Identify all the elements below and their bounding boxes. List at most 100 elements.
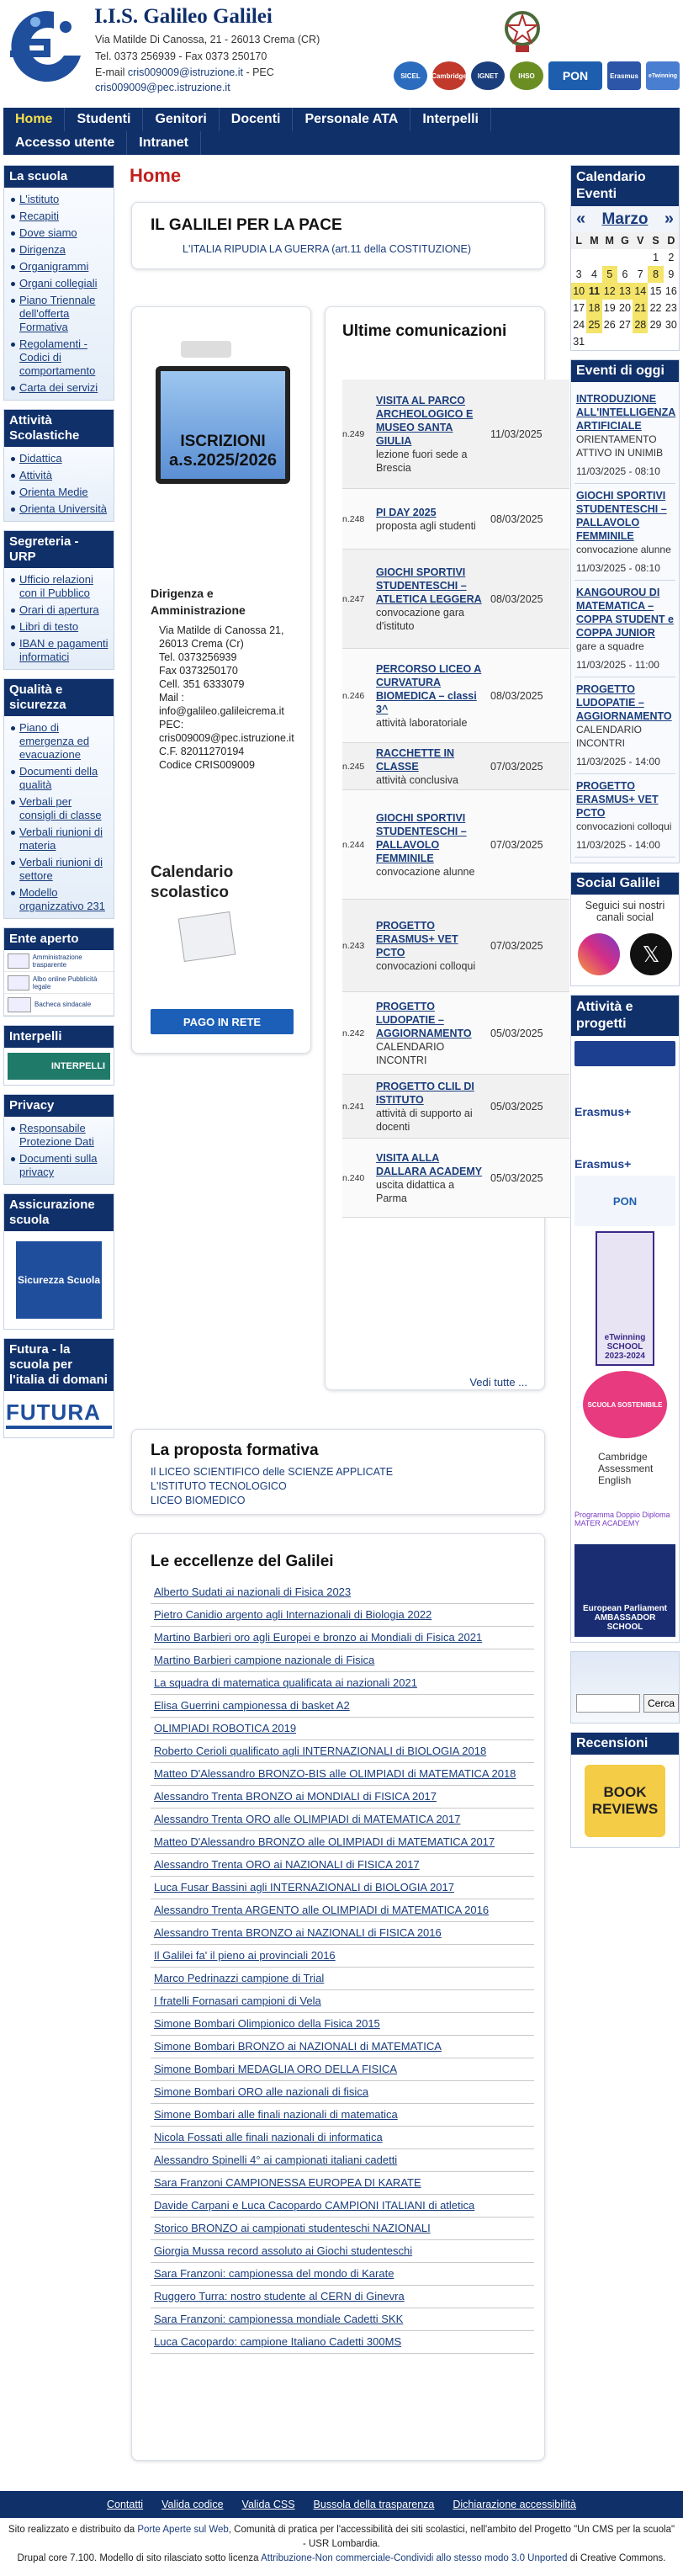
- calendar-day[interactable]: 27: [617, 316, 633, 333]
- comunicazione-title[interactable]: PI DAY 2025: [376, 506, 485, 519]
- eccellenza-link[interactable]: Simone Bombari Olimpionico della Fisica …: [151, 2013, 534, 2036]
- calendar-day[interactable]: 30: [664, 316, 679, 333]
- calendar-day[interactable]: 10: [571, 283, 587, 300]
- eccellenza-link[interactable]: Matteo D'Alessandro BRONZO-BIS alle OLIM…: [151, 1763, 534, 1786]
- calendar-day[interactable]: 19: [602, 300, 617, 316]
- sidebar-item[interactable]: Dirigenza: [8, 242, 110, 258]
- eccellenza-link[interactable]: Alessandro Trenta ORO ai NAZIONALI di FI…: [151, 1854, 534, 1877]
- vedi-tutte-link[interactable]: Vedi tutte ...: [469, 1376, 527, 1389]
- eccellenza-link[interactable]: Nicola Fossati alle finali nazionali di …: [151, 2127, 534, 2149]
- comunicazione-row[interactable]: n.244 GIOCHI SPORTIVI STUDENTESCHI – PALL…: [342, 790, 569, 900]
- nav-studenti[interactable]: Studenti: [65, 108, 144, 131]
- comunicazione-title[interactable]: RACCHETTE IN CLASSE: [376, 746, 485, 773]
- eccellenza-link[interactable]: Luca Fusar Bassini agli INTERNAZIONALI d…: [151, 1877, 534, 1899]
- search-button[interactable]: Cerca: [643, 1694, 680, 1713]
- eccellenza-link[interactable]: La squadra di matematica qualificata ai …: [151, 1672, 534, 1695]
- evento-title[interactable]: PROGETTO ERASMUS+ VET PCTO: [576, 779, 674, 820]
- sidebar-item[interactable]: Modello organizzativo 231: [8, 884, 110, 915]
- sidebar-item[interactable]: Orienta Università: [8, 501, 110, 518]
- calendar-day[interactable]: 26: [602, 316, 617, 333]
- eccellenza-link[interactable]: Simone Bombari BRONZO ai NAZIONALI di MA…: [151, 2036, 534, 2058]
- partner-logo[interactable]: Cambridge: [432, 61, 467, 90]
- comunicazione-title[interactable]: PROGETTO CLIL DI ISTITUTO: [376, 1080, 485, 1107]
- calendar-day[interactable]: 3: [571, 266, 586, 283]
- calendar-day[interactable]: 16: [664, 283, 679, 300]
- nav-accesso-utente[interactable]: Accesso utente: [3, 131, 128, 155]
- x-twitter-icon[interactable]: 𝕏: [630, 933, 672, 975]
- instagram-icon[interactable]: [578, 933, 620, 975]
- sidebar-item[interactable]: Recapiti: [8, 208, 110, 225]
- albo-online-link[interactable]: Albo online Pubblicità legale: [4, 972, 114, 994]
- prev-month-button[interactable]: «: [576, 210, 585, 229]
- calendar-day[interactable]: 6: [617, 266, 633, 283]
- comunicazione-title[interactable]: PROGETTO LUDOPATIE – AGGIORNAMENTO: [376, 1000, 485, 1040]
- comunicazione-row[interactable]: n.241 PROGETTO CLIL DI ISTITUTO attività d…: [342, 1075, 569, 1139]
- sidebar-item[interactable]: Documenti della qualità: [8, 763, 110, 794]
- search-input[interactable]: [576, 1694, 640, 1713]
- comunicazione-title[interactable]: VISITA AL PARCO ARCHEOLOGICO E MUSEO SAN…: [376, 394, 485, 448]
- calendar-day[interactable]: 14: [633, 283, 649, 300]
- eccellenza-link[interactable]: OLIMPIADI ROBOTICA 2019: [151, 1718, 534, 1740]
- comunicazione-row[interactable]: n.245 RACCHETTE IN CLASSE attività conclus…: [342, 743, 569, 790]
- calendar-day[interactable]: 25: [586, 316, 602, 333]
- partner-logo[interactable]: eTwinning: [646, 61, 680, 90]
- sidebar-item[interactable]: Carta dei servizi: [8, 380, 110, 396]
- etwinning-badge[interactable]: eTwinning SCHOOL 2023-2024: [596, 1231, 654, 1366]
- next-month-button[interactable]: »: [664, 210, 674, 229]
- calendar-day[interactable]: 15: [648, 283, 663, 300]
- calendar-day[interactable]: 9: [664, 266, 679, 283]
- eccellenza-link[interactable]: Simone Bombari ORO alle nazionali di fis…: [151, 2081, 534, 2104]
- erasmus-vet-logo[interactable]: Erasmus+: [574, 1071, 675, 1118]
- email-link[interactable]: cris009009@istruzione.it: [128, 66, 243, 78]
- dirigenza-item[interactable]: Mail : info@galileo.galileicrema.it: [151, 691, 307, 718]
- evento-title[interactable]: KANGOUROU DI MATEMATICA – COPPA STUDENT …: [576, 586, 674, 640]
- erasmus-logo[interactable]: Erasmus+: [574, 1123, 675, 1171]
- evento-title[interactable]: INTRODUZIONE ALL'INTELLIGENZA ARTIFICIAL…: [576, 392, 675, 433]
- nav-intranet[interactable]: Intranet: [127, 131, 201, 155]
- comunicazione-row[interactable]: n.240 VISITA ALLA DALLARA ACADEMY uscita d…: [342, 1139, 569, 1218]
- eccellenza-link[interactable]: Davide Carpani e Luca Cacopardo CAMPIONI…: [151, 2195, 534, 2217]
- eccellenza-link[interactable]: Alessandro Trenta BRONZO ai NAZIONALI di…: [151, 1922, 534, 1945]
- eccellenza-link[interactable]: Luca Cacopardo: campione Italiano Cadett…: [151, 2331, 534, 2354]
- eccellenza-link[interactable]: Alessandro Trenta BRONZO ai MONDIALI di …: [151, 1786, 534, 1809]
- sidebar-item[interactable]: Orienta Medie: [8, 484, 110, 501]
- doppio-diploma-logo[interactable]: Programma Doppio Diploma MATER ACADEMY: [574, 1499, 675, 1539]
- sidebar-item[interactable]: Verbali riunioni di materia: [8, 824, 110, 854]
- calendar-day[interactable]: 31: [571, 333, 586, 350]
- dirigenza-item[interactable]: PEC: cris009009@pec.istruzione.it: [151, 718, 307, 745]
- ambassador-school-badge[interactable]: European Parliament AMBASSADOR SCHOOL: [574, 1544, 675, 1637]
- eccellenza-link[interactable]: Matteo D'Alessandro BRONZO alle OLIMPIAD…: [151, 1831, 534, 1854]
- eccellenza-link[interactable]: Storico BRONZO ai campionati studentesch…: [151, 2217, 534, 2240]
- eccellenza-link[interactable]: Ruggero Turra: nostro studente al CERN d…: [151, 2286, 534, 2308]
- book-reviews-banner[interactable]: BOOK REVIEWS: [585, 1765, 665, 1837]
- calendar-day[interactable]: 13: [617, 283, 633, 300]
- footer-link-accessibilita[interactable]: Dichiarazione accessibilità: [453, 2499, 576, 2510]
- calendar-day[interactable]: 8: [648, 266, 664, 283]
- pace-link[interactable]: L'ITALIA RIPUDIA LA GUERRA (art.11 della…: [183, 243, 471, 255]
- eccellenza-link[interactable]: Sara Franzoni CAMPIONESSA EUROPEA DI KAR…: [151, 2172, 534, 2195]
- sidebar-item[interactable]: Orari di apertura: [8, 602, 110, 619]
- eccellenza-link[interactable]: Pietro Canidio argento agli Internaziona…: [151, 1604, 534, 1627]
- pec-link[interactable]: cris009009@pec.istruzione.it: [95, 82, 230, 93]
- comunicazione-title[interactable]: VISITA ALLA DALLARA ACADEMY: [376, 1151, 485, 1178]
- calendar-day[interactable]: 1: [648, 249, 663, 266]
- eccellenza-link[interactable]: Giorgia Mussa record assoluto ai Giochi …: [151, 2240, 534, 2263]
- comunicazione-title[interactable]: PROGETTO ERASMUS+ VET PCTO: [376, 919, 485, 959]
- calendar-day[interactable]: 4: [586, 266, 601, 283]
- futura-banner[interactable]: FUTURA: [6, 1400, 112, 1429]
- eccellenza-link[interactable]: Martino Barbieri campione nazionale di F…: [151, 1649, 534, 1672]
- pago-in-rete-button[interactable]: PAGO IN RETE: [151, 1009, 294, 1034]
- calendar-day[interactable]: 5: [601, 266, 617, 283]
- eccellenza-link[interactable]: Sara Franzoni: campionessa del mondo di …: [151, 2263, 534, 2286]
- calendar-day[interactable]: 2: [664, 249, 679, 266]
- eccellenza-link[interactable]: Martino Barbieri oro agli Europei e bron…: [151, 1627, 534, 1649]
- evento-title[interactable]: PROGETTO LUDOPATIE – AGGIORNAMENTO: [576, 683, 674, 723]
- comunicazione-row[interactable]: n.249 VISITA AL PARCO ARCHEOLOGICO E MUSE…: [342, 380, 569, 489]
- sidebar-item[interactable]: Documenti sulla privacy: [8, 1150, 110, 1181]
- partner-logo[interactable]: IGNET: [471, 61, 505, 90]
- calendar-day[interactable]: 23: [664, 300, 679, 316]
- sidebar-item[interactable]: Ufficio relazioni con il Pubblico: [8, 571, 110, 602]
- eccellenza-link[interactable]: I fratelli Fornasari campioni di Vela: [151, 1990, 534, 2013]
- calendar-day[interactable]: 7: [633, 266, 648, 283]
- footer-link-valida-codice[interactable]: Valida codice: [161, 2499, 223, 2510]
